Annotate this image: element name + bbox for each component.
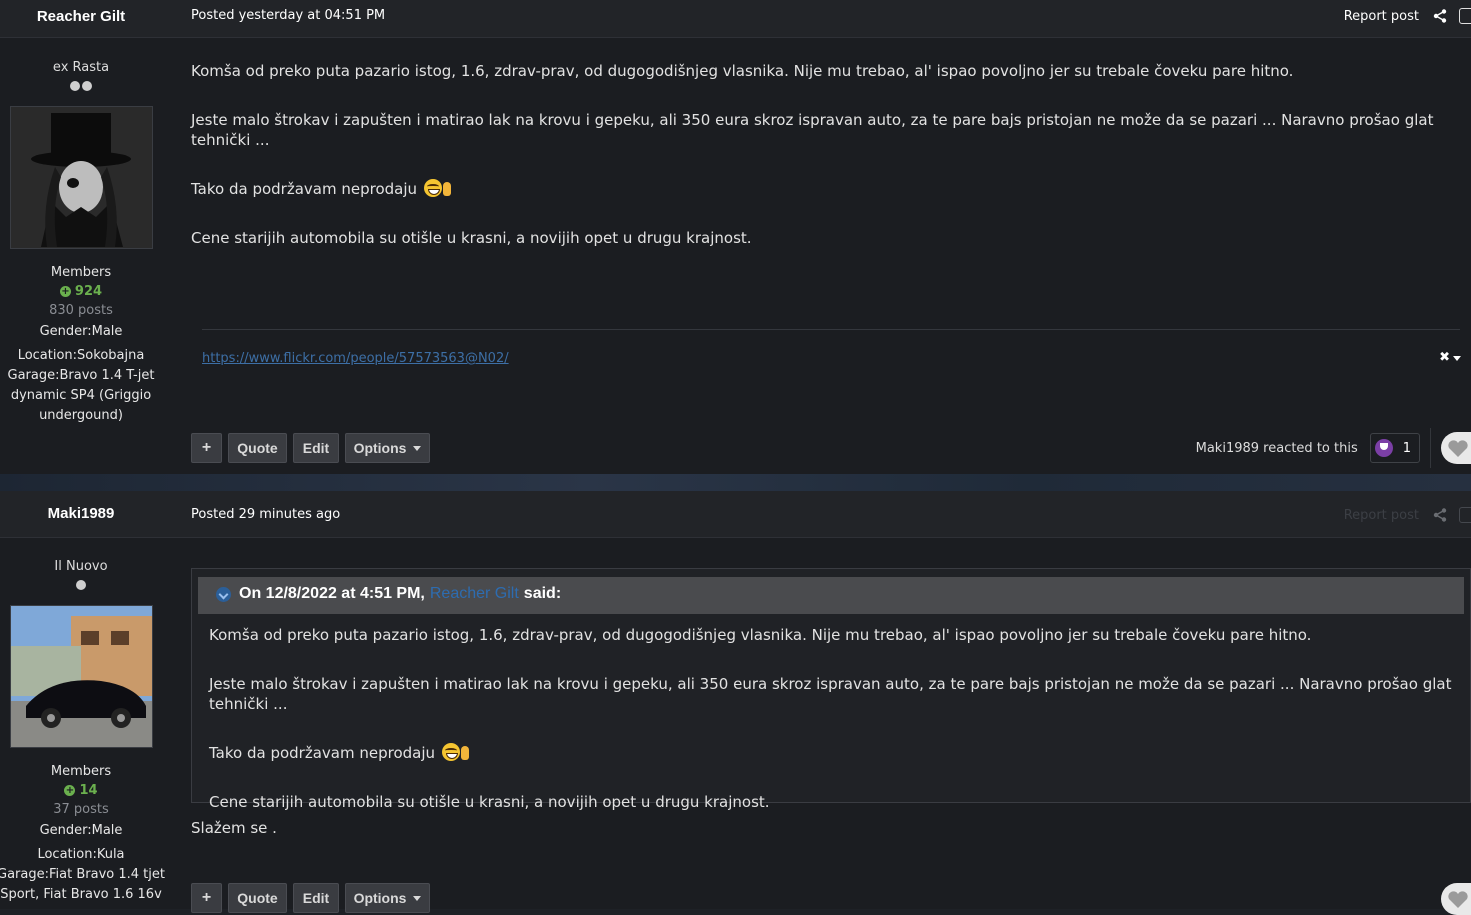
quote-button[interactable]: Quote — [228, 433, 287, 463]
quote-paragraph: Komša od preko puta pazario istog, 1.6, … — [209, 626, 1312, 644]
avatar[interactable] — [9, 605, 153, 748]
profile-gender: Gender:Male — [39, 823, 123, 838]
grinning-emoji-icon — [423, 179, 442, 197]
author-sidebar: ex Rasta Members +924 830 posts Gender:M… — [0, 60, 162, 426]
post-text: Tako da podržavam neprodaju — [191, 180, 422, 198]
quote-citation: On 12/8/2022 at 4:51 PM, Reacher Gilt sa… — [198, 577, 1464, 614]
post-time[interactable]: Posted 29 minutes ago — [191, 507, 340, 522]
quote-block: On 12/8/2022 at 4:51 PM, Reacher Gilt sa… — [191, 568, 1471, 811]
member-group: Members — [50, 265, 112, 280]
rank-pips — [0, 580, 162, 593]
reputation: +924 — [0, 284, 162, 299]
post-controls: + Quote Edit Options — [191, 433, 436, 463]
reaction-badge[interactable]: 1 — [1369, 433, 1420, 463]
post-time[interactable]: Posted yesterday at 04:51 PM — [191, 8, 385, 23]
post-header-actions: Report post — [1344, 8, 1471, 24]
trophy-icon — [1374, 439, 1393, 457]
signature-toggle[interactable]: ✖ — [1439, 350, 1461, 365]
react-button[interactable] — [1441, 883, 1471, 915]
post-count: 37 posts — [53, 802, 109, 817]
quote-citation-text: On 12/8/2022 at 4:51 PM, Reacher Gilt sa… — [216, 585, 561, 603]
chevron-down-icon — [413, 895, 422, 901]
quote-said: said: — [523, 585, 562, 602]
share-icon[interactable] — [1433, 508, 1447, 522]
quote-text: Tako da podržavam neprodaju — [209, 744, 440, 762]
options-label: Options — [353, 890, 407, 906]
divider — [1430, 428, 1431, 468]
report-post-link[interactable]: Report post — [1344, 9, 1419, 24]
post-paragraph: Komša od preko puta pazario istog, 1.6, … — [191, 62, 1294, 80]
reputation: +14 — [0, 783, 162, 798]
chevron-down-icon — [413, 445, 422, 451]
multiquote-checkbox[interactable] — [1459, 8, 1471, 24]
signature-link[interactable]: https://www.flickr.com/people/57573563@N… — [202, 351, 509, 366]
react-button[interactable] — [1441, 432, 1471, 464]
post-paragraph: Tako da podržavam neprodaju — [191, 179, 1471, 199]
options-label: Options — [353, 440, 407, 456]
post-reacher-gilt: Reacher Gilt Posted yesterday at 04:51 P… — [0, 0, 1471, 474]
multiquote-checkbox[interactable] — [1459, 507, 1471, 523]
profile-location: Location:Sokobajna — [17, 348, 145, 363]
heart-icon — [1448, 440, 1468, 457]
avatar[interactable] — [9, 106, 153, 249]
ok-hand-emoji-icon — [460, 746, 469, 760]
reputation-value: 924 — [74, 284, 103, 299]
reputation-plus-icon: + — [59, 286, 71, 297]
author-name[interactable]: Reacher Gilt — [0, 8, 162, 25]
author-name[interactable]: Maki1989 — [0, 505, 162, 522]
profile-gender: Gender:Male — [39, 324, 123, 339]
post-paragraph: Jeste malo štrokav i zapušten i matirao … — [191, 111, 1434, 149]
member-title: ex Rasta — [52, 60, 110, 75]
quote-date: On 12/8/2022 at 4:51 PM, — [239, 585, 425, 602]
reaction-summary[interactable]: Maki1989 reacted to this — [1196, 441, 1358, 456]
post-header-actions: Report post — [1344, 507, 1471, 523]
profile-garage: Garage:Fiat Bravo 1.4 tjet Sport, Fiat B… — [0, 867, 165, 902]
chevron-down-icon[interactable] — [1453, 356, 1461, 361]
quote-user-link[interactable]: Reacher Gilt — [430, 585, 519, 603]
report-post-link[interactable]: Report post — [1344, 508, 1419, 523]
quote-arrow-icon[interactable] — [216, 586, 231, 602]
quote-paragraph: Tako da podržavam neprodaju — [209, 743, 1470, 763]
post-separator — [0, 474, 1471, 491]
profile-location: Location:Kula — [37, 847, 125, 862]
rank-pips — [0, 81, 162, 94]
profile-garage: Garage:Bravo 1.4 T-jet dynamic SP4 (Grig… — [7, 368, 155, 423]
author-sidebar: Il Nuovo Members +14 37 posts Gender:Mal… — [0, 559, 165, 905]
post-paragraph: Cene starijih automobila su otišle u kra… — [191, 229, 752, 247]
reputation-value: 14 — [79, 783, 98, 798]
multiquote-add-button[interactable]: + — [191, 433, 222, 463]
signature-divider — [202, 329, 1460, 330]
reaction-count: 1 — [1402, 440, 1411, 456]
grinning-emoji-icon — [441, 743, 460, 761]
member-title: Il Nuovo — [54, 559, 108, 574]
share-icon[interactable] — [1433, 9, 1447, 23]
options-button[interactable]: Options — [345, 433, 430, 463]
heart-icon — [1448, 891, 1468, 908]
post-header: Maki1989 Posted 29 minutes ago Report po… — [0, 491, 1471, 538]
post-body: Komša od preko puta pazario istog, 1.6, … — [191, 61, 1471, 248]
quote-body: Komša od preko puta pazario istog, 1.6, … — [209, 625, 1470, 812]
reply-text: Slažem se . — [191, 819, 277, 837]
post-header: Reacher Gilt Posted yesterday at 04:51 P… — [0, 0, 1471, 38]
quote-paragraph: Jeste malo štrokav i zapušten i matirao … — [209, 675, 1452, 713]
quote-paragraph: Cene starijih automobila su otišle u kra… — [209, 793, 770, 811]
post-count: 830 posts — [49, 303, 113, 318]
ok-hand-emoji-icon — [442, 182, 451, 196]
member-group: Members — [50, 764, 112, 779]
edit-button[interactable]: Edit — [293, 433, 339, 463]
reactions-bar: Maki1989 reacted to this 1 — [1196, 428, 1471, 468]
reputation-plus-icon: + — [64, 785, 76, 796]
close-icon[interactable]: ✖ — [1439, 350, 1450, 365]
